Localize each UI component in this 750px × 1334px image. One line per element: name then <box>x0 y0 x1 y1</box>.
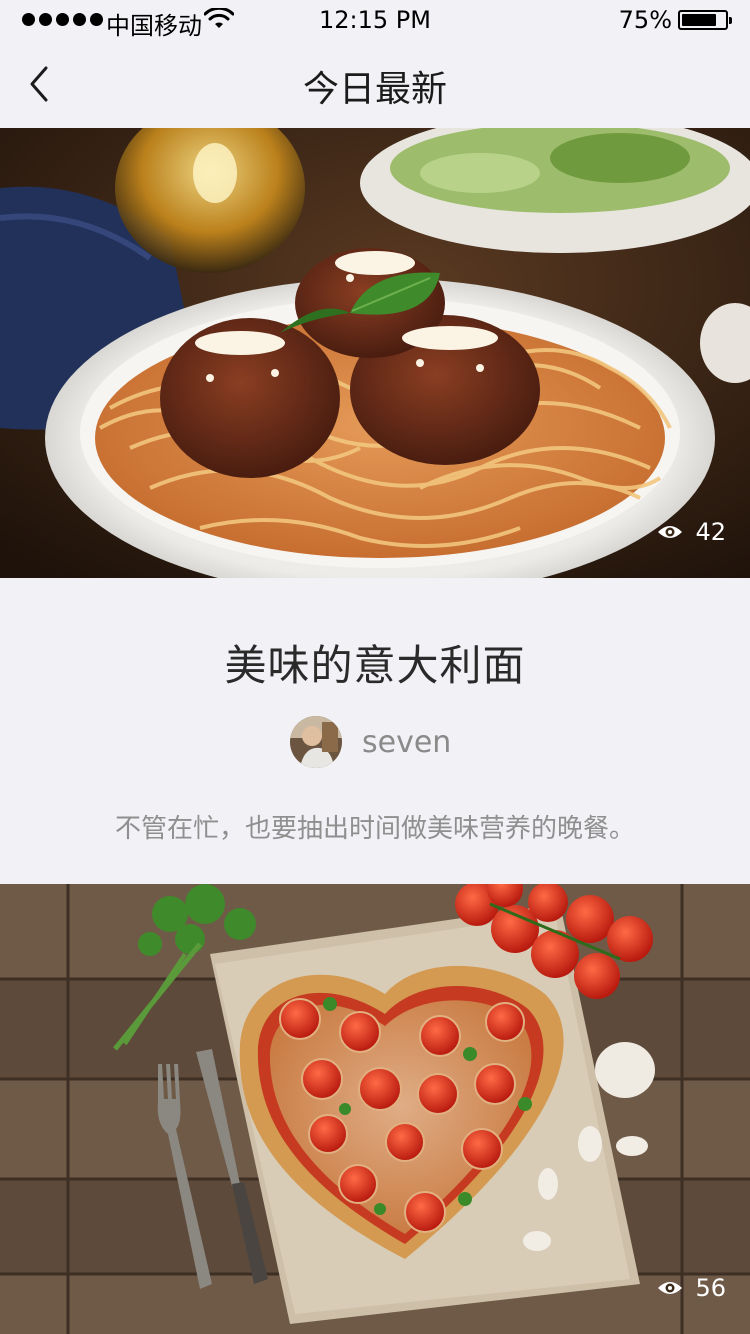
view-count-value: 42 <box>695 518 726 546</box>
article-image-spaghetti[interactable]: 42 <box>0 128 750 578</box>
eye-icon <box>658 526 683 538</box>
avatar[interactable] <box>290 716 342 768</box>
nav-bar: 今日最新 <box>0 40 750 128</box>
page-title: 今日最新 <box>302 69 447 110</box>
spaghetti-meatballs-photo <box>0 128 750 578</box>
battery-percent: 75% <box>618 6 672 34</box>
article-description: 不管在忙，也要抽出时间做美味营养的晚餐。 <box>114 814 635 844</box>
status-bar: 中国移动 12:15 PM 75% <box>0 0 750 40</box>
battery-icon <box>678 10 732 30</box>
article-title[interactable]: 美味的意大利面 <box>0 632 750 693</box>
eye-icon <box>658 1282 683 1294</box>
view-count-value: 56 <box>695 1274 726 1302</box>
view-count: 56 <box>657 1274 726 1302</box>
author[interactable]: seven <box>290 716 451 768</box>
view-count: 42 <box>657 518 726 546</box>
article-image-pizza[interactable]: 56 <box>0 884 750 1334</box>
author-name[interactable]: seven <box>362 725 451 760</box>
heart-pizza-photo <box>0 884 750 1334</box>
